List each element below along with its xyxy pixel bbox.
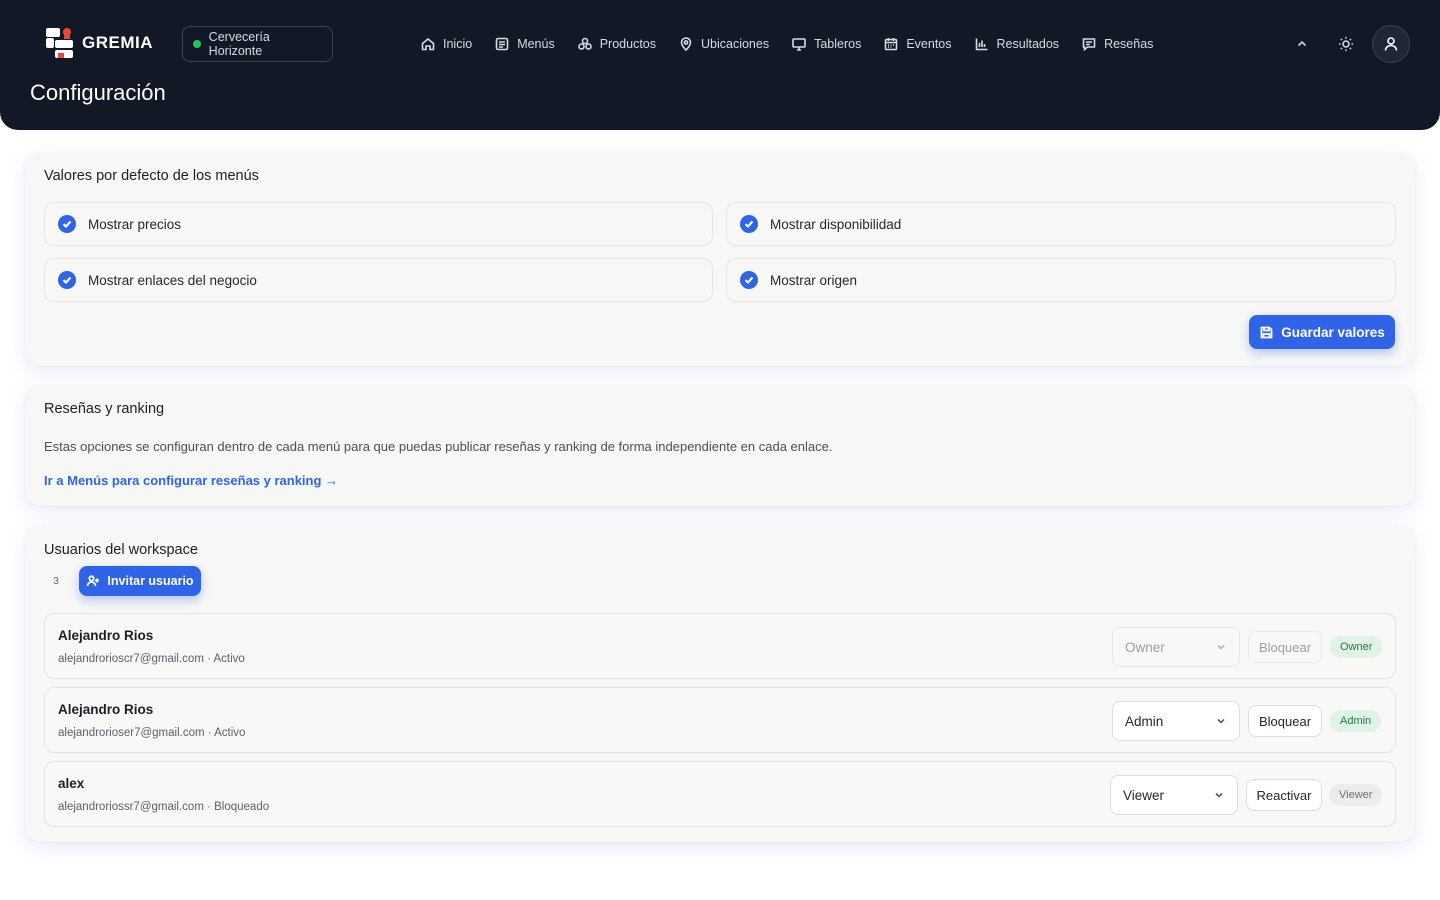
brand-logo[interactable]: GREMIA xyxy=(44,26,153,60)
nav-item-eventos[interactable]: Eventos xyxy=(883,32,952,56)
checkbox-checked-icon[interactable] xyxy=(58,271,76,289)
calendar-icon xyxy=(885,38,898,51)
block-user-button[interactable]: Bloquear xyxy=(1248,631,1322,663)
user-meta: alejandrorioscr7@gmail.com · Activo xyxy=(58,653,245,665)
home-icon xyxy=(421,37,435,51)
nav-item-resultados[interactable]: Resultados xyxy=(974,32,1060,56)
user-name: Alejandro Rios xyxy=(58,628,154,643)
top-header: GREMIA Cervecería Horizonte Inicio Menús… xyxy=(0,0,1440,130)
nav-item-tableros[interactable]: Tableros xyxy=(791,32,861,56)
users-title: Usuarios del workspace xyxy=(44,542,198,558)
option-label: Mostrar enlaces del negocio xyxy=(88,272,257,288)
role-select[interactable]: Viewer xyxy=(1110,775,1238,815)
user-meta: alejandroriossr7@gmail.com · Bloqueado xyxy=(58,801,270,813)
role-select[interactable]: Owner xyxy=(1112,627,1240,667)
review-icon xyxy=(1082,38,1096,52)
invite-user-button[interactable]: Invitar usuario xyxy=(79,566,201,596)
save-defaults-label: Guardar valores xyxy=(1281,324,1385,340)
nav-item-inicio[interactable]: Inicio xyxy=(420,32,472,56)
user-name: alex xyxy=(58,776,85,791)
option-show-availability[interactable]: Mostrar disponibilidad xyxy=(726,202,1396,246)
chevron-up-icon xyxy=(1297,40,1307,47)
user-row: alex alejandroriossr7@gmail.com · Bloque… xyxy=(44,761,1396,827)
theme-toggle-button[interactable] xyxy=(1336,34,1356,54)
main-nav: Inicio Menús Productos Ubicaciones Table… xyxy=(420,32,1175,56)
chevron-down-icon xyxy=(1217,644,1225,650)
role-select[interactable]: Admin xyxy=(1112,701,1240,741)
option-show-prices[interactable]: Mostrar precios xyxy=(44,202,713,246)
nav-item-label: Reseñas xyxy=(1104,37,1154,51)
option-label: Mostrar disponibilidad xyxy=(770,216,902,232)
save-icon xyxy=(1260,326,1273,338)
checkbox-checked-icon[interactable] xyxy=(58,215,76,233)
checkbox-checked-icon[interactable] xyxy=(740,271,758,289)
menu-defaults-card: Valores por defecto de los menús Mostrar… xyxy=(25,152,1415,366)
location-pin-icon xyxy=(680,37,692,52)
role-badge: Admin xyxy=(1330,710,1382,732)
role-select-value: Owner xyxy=(1125,639,1165,655)
user-row: Alejandro Rios alejandrorioser7@gmail.co… xyxy=(44,687,1396,753)
nav-item-label: Resultados xyxy=(996,37,1060,51)
add-user-icon xyxy=(87,575,100,587)
logo-icon xyxy=(44,26,76,60)
nav-item-label: Eventos xyxy=(906,37,952,51)
role-badge: Owner xyxy=(1330,636,1383,658)
page-title: Configuración xyxy=(30,80,166,105)
products-icon xyxy=(577,37,592,50)
user-meta: alejandrorioser7@gmail.com · Activo xyxy=(58,727,246,739)
workspace-name: Cervecería Horizonte xyxy=(208,30,270,58)
invite-user-label: Invitar usuario xyxy=(107,574,194,588)
user-name: Alejandro Rios xyxy=(58,702,154,717)
save-defaults-button[interactable]: Guardar valores xyxy=(1249,315,1395,349)
block-user-button[interactable]: Bloquear xyxy=(1248,705,1322,737)
role-select-value: Admin xyxy=(1125,713,1164,729)
nav-item-label: Menús xyxy=(517,37,555,51)
user-row: Alejandro Rios alejandrorioscr7@gmail.co… xyxy=(44,613,1396,679)
nav-item-label: Ubicaciones xyxy=(701,37,770,51)
nav-item-productos[interactable]: Productos xyxy=(577,32,656,56)
nav-item-label: Productos xyxy=(599,37,656,51)
chevron-down-icon xyxy=(1217,718,1225,724)
workspace-selector[interactable]: Cervecería Horizonte xyxy=(182,26,333,62)
option-label: Mostrar precios xyxy=(88,216,182,232)
nav-item-label: Inicio xyxy=(443,37,473,51)
option-show-business-links[interactable]: Mostrar enlaces del negocio xyxy=(44,258,713,302)
option-show-origin[interactable]: Mostrar origen xyxy=(726,258,1396,302)
menu-defaults-title: Valores por defecto de los menús xyxy=(44,168,259,184)
role-badge: Viewer xyxy=(1329,784,1383,806)
checkbox-checked-icon[interactable] xyxy=(740,215,758,233)
bar-chart-icon xyxy=(975,38,988,51)
reviews-card: Reseñas y ranking Estas opciones se conf… xyxy=(25,385,1415,506)
go-to-menus-link[interactable]: Ir a Menús para configurar reseñas y ran… xyxy=(44,473,338,488)
chevron-down-icon xyxy=(1215,792,1223,798)
nav-item-label: Tableros xyxy=(814,37,862,51)
brand-name: GREMIA xyxy=(82,33,153,52)
collapse-header-button[interactable] xyxy=(1292,34,1312,54)
nav-item-menus[interactable]: Menús xyxy=(494,32,555,56)
user-avatar-button[interactable] xyxy=(1372,25,1410,63)
reactivate-user-button[interactable]: Reactivar xyxy=(1246,779,1322,811)
user-count-badge: 3 xyxy=(53,575,59,587)
menu-doc-icon xyxy=(495,37,509,51)
sun-icon xyxy=(1339,37,1353,51)
user-icon xyxy=(1384,37,1398,51)
role-select-value: Viewer xyxy=(1123,787,1165,803)
option-label: Mostrar origen xyxy=(770,272,858,288)
status-dot-icon xyxy=(193,40,201,48)
nav-item-resenas[interactable]: Reseñas xyxy=(1081,32,1153,56)
monitor-icon xyxy=(792,38,806,51)
nav-item-ubicaciones[interactable]: Ubicaciones xyxy=(678,32,769,56)
reviews-description: Estas opciones se configuran dentro de c… xyxy=(44,439,833,454)
reviews-title: Reseñas y ranking xyxy=(44,401,165,417)
